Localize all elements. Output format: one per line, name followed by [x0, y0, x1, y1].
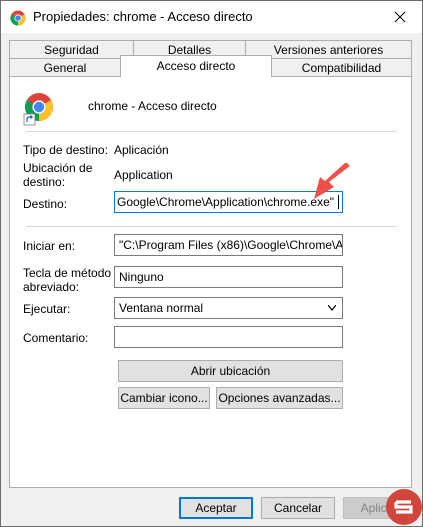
target-type-value: Aplicación: [114, 143, 169, 157]
cancel-button[interactable]: Cancelar: [261, 497, 335, 519]
shortcut-panel: chrome - Acceso directo Tipo de destino:…: [9, 76, 412, 488]
hotkey-input[interactable]: Ninguno: [114, 266, 343, 288]
shortcut-name: chrome - Acceso directo: [88, 99, 217, 113]
comment-input[interactable]: [114, 326, 343, 348]
comment-label: Comentario:: [23, 331, 89, 345]
window-title: Propiedades: chrome - Acceso directo: [33, 9, 253, 24]
chrome-icon: [10, 10, 26, 26]
solvetic-logo-icon: [386, 489, 422, 525]
separator: [26, 226, 397, 227]
tab-seguridad[interactable]: Seguridad: [9, 40, 134, 59]
run-select[interactable]: Ventana normal: [114, 297, 343, 319]
properties-window: Propiedades: chrome - Acceso directo Seg…: [0, 0, 423, 527]
target-location-label: Ubicación de destino:: [23, 161, 93, 189]
chrome-shortcut-icon: [23, 93, 53, 126]
open-location-button[interactable]: Abrir ubicación: [118, 360, 343, 382]
start-in-label: Iniciar en:: [23, 239, 76, 253]
change-icon-button[interactable]: Cambiar icono...: [118, 387, 210, 409]
separator: [26, 131, 397, 132]
target-type-label: Tipo de destino:: [23, 143, 108, 157]
title-bar: Propiedades: chrome - Acceso directo: [1, 1, 422, 33]
target-input[interactable]: Google\Chrome\Application\chrome.exe": [114, 191, 343, 213]
start-in-input-text: "C:\Program Files (x86)\Google\Chrome\Ap…: [119, 238, 343, 252]
close-icon: [394, 11, 405, 23]
hotkey-input-text: Ninguno: [119, 270, 164, 284]
run-select-value: Ventana normal: [119, 301, 204, 315]
ok-button[interactable]: Aceptar: [179, 497, 253, 519]
target-input-text: Google\Chrome\Application\chrome.exe": [117, 195, 335, 209]
red-arrow-icon: [314, 163, 350, 199]
target-label: Destino:: [23, 197, 68, 211]
start-in-input[interactable]: "C:\Program Files (x86)\Google\Chrome\Ap…: [114, 234, 343, 256]
close-button[interactable]: [377, 1, 422, 33]
chevron-down-icon: [328, 305, 336, 311]
tab-compatibilidad[interactable]: Compatibilidad: [271, 58, 412, 77]
advanced-options-button[interactable]: Opciones avanzadas...: [216, 387, 343, 409]
tab-acceso-directo[interactable]: Acceso directo: [120, 55, 272, 77]
hotkey-label: Tecla de método abreviado:: [23, 266, 112, 294]
run-label: Ejecutar:: [23, 302, 71, 316]
tab-general[interactable]: General: [9, 58, 121, 77]
target-location-value: Application: [114, 168, 173, 182]
